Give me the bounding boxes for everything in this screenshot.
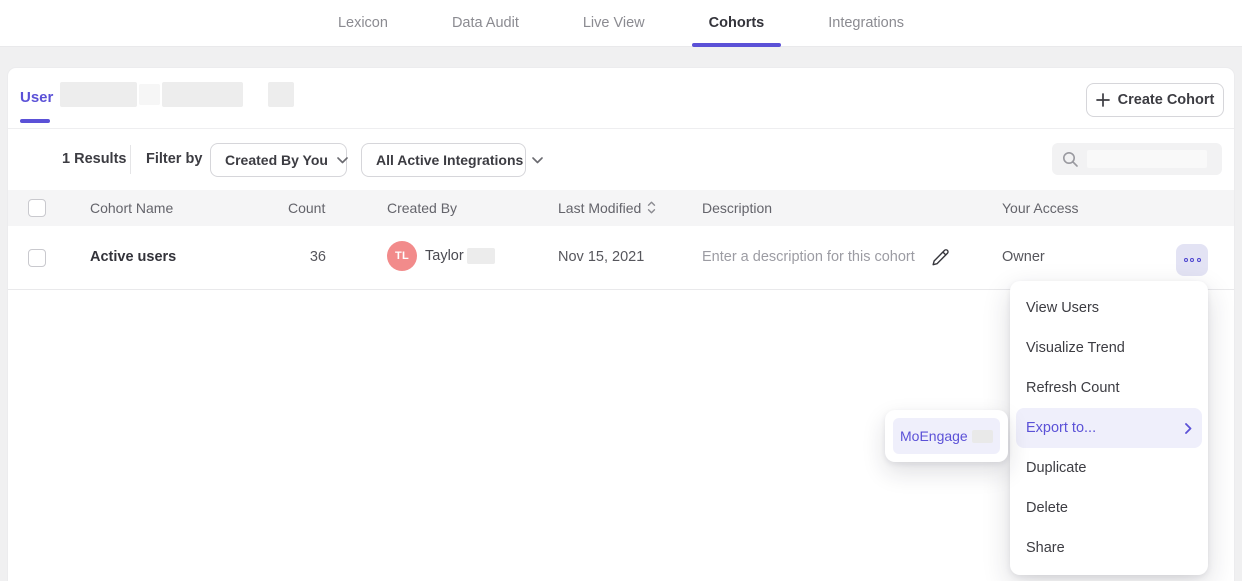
- description-field[interactable]: Enter a description for this cohort: [702, 249, 915, 265]
- search-input[interactable]: [1052, 143, 1222, 175]
- header-created-by: Created By: [387, 200, 457, 216]
- filter-by-label: Filter by: [146, 151, 202, 167]
- header-last-modified[interactable]: Last Modified: [558, 200, 656, 217]
- chevron-down-icon: [532, 157, 543, 164]
- sort-icon: [647, 201, 656, 217]
- last-modified-cell: Nov 15, 2021: [558, 249, 644, 265]
- divider: [130, 145, 131, 174]
- row-more-options-button[interactable]: [1176, 244, 1208, 276]
- menu-item-duplicate[interactable]: Duplicate: [1010, 448, 1208, 488]
- table-header-row: Cohort Name Count Created By Last Modifi…: [8, 190, 1234, 226]
- redacted-search-placeholder: [1087, 150, 1207, 168]
- cohort-type-tabs: User Create Cohort: [8, 68, 1234, 129]
- redacted-tab[interactable]: [162, 82, 243, 107]
- header-your-access: Your Access: [1002, 200, 1079, 216]
- top-navigation: Lexicon Data Audit Live View Cohorts Int…: [0, 0, 1242, 47]
- nav-tab-lexicon[interactable]: Lexicon: [321, 0, 405, 46]
- header-cohort-name: Cohort Name: [90, 200, 173, 216]
- export-submenu: MoEngage: [885, 410, 1008, 462]
- menu-item-share[interactable]: Share: [1010, 528, 1208, 568]
- redacted-tab[interactable]: [60, 82, 137, 107]
- edit-description-pencil-icon[interactable]: [930, 247, 951, 268]
- nav-tab-data-audit[interactable]: Data Audit: [435, 0, 536, 46]
- created-by-cell: TL Taylor: [387, 241, 495, 271]
- menu-item-refresh-count[interactable]: Refresh Count: [1010, 368, 1208, 408]
- avatar: TL: [387, 241, 417, 271]
- header-count: Count: [288, 200, 325, 216]
- submenu-item-moengage[interactable]: MoEngage: [893, 418, 1000, 454]
- create-cohort-label: Create Cohort: [1118, 92, 1215, 108]
- tab-user[interactable]: User: [20, 89, 53, 106]
- search-icon: [1061, 150, 1079, 168]
- menu-item-visualize-trend[interactable]: Visualize Trend: [1010, 328, 1208, 368]
- nav-tab-cohorts[interactable]: Cohorts: [692, 0, 782, 46]
- created-by-dropdown[interactable]: Created By You: [210, 143, 347, 177]
- filter-row: 1 Results Filter by Created By You All A…: [8, 129, 1234, 190]
- menu-item-view-users[interactable]: View Users: [1010, 288, 1208, 328]
- more-options-icon: [1184, 258, 1188, 262]
- chevron-right-icon: [1185, 423, 1192, 434]
- results-count: 1 Results: [62, 151, 126, 167]
- redacted-tab[interactable]: [268, 82, 294, 107]
- created-by-dropdown-value: Created By You: [225, 152, 328, 168]
- menu-item-delete[interactable]: Delete: [1010, 488, 1208, 528]
- access-cell: Owner: [1002, 249, 1045, 265]
- count-cell: 36: [288, 249, 326, 265]
- row-checkbox[interactable]: [28, 249, 46, 267]
- submenu-item-label: MoEngage: [900, 428, 968, 444]
- tab-user-underline: [20, 119, 50, 123]
- header-description: Description: [702, 200, 772, 216]
- header-last-modified-label: Last Modified: [558, 200, 641, 216]
- menu-item-label: Export to...: [1026, 420, 1096, 436]
- chevron-down-icon: [337, 157, 348, 164]
- cohort-name-cell[interactable]: Active users: [90, 249, 176, 265]
- redacted-creator-surname: [467, 248, 495, 264]
- creator-name: Taylor: [425, 248, 464, 264]
- redacted-tab[interactable]: [139, 84, 160, 105]
- plus-icon: [1096, 93, 1110, 107]
- row-context-menu: View Users Visualize Trend Refresh Count…: [1010, 281, 1208, 575]
- select-all-checkbox[interactable]: [28, 199, 46, 217]
- create-cohort-button[interactable]: Create Cohort: [1086, 83, 1224, 117]
- redacted-submenu-suffix: [972, 430, 993, 443]
- nav-tab-integrations[interactable]: Integrations: [811, 0, 921, 46]
- nav-tab-live-view[interactable]: Live View: [566, 0, 662, 46]
- menu-item-export-to[interactable]: Export to...: [1016, 408, 1202, 448]
- active-integrations-dropdown-value: All Active Integrations: [376, 152, 523, 168]
- active-integrations-dropdown[interactable]: All Active Integrations: [361, 143, 526, 177]
